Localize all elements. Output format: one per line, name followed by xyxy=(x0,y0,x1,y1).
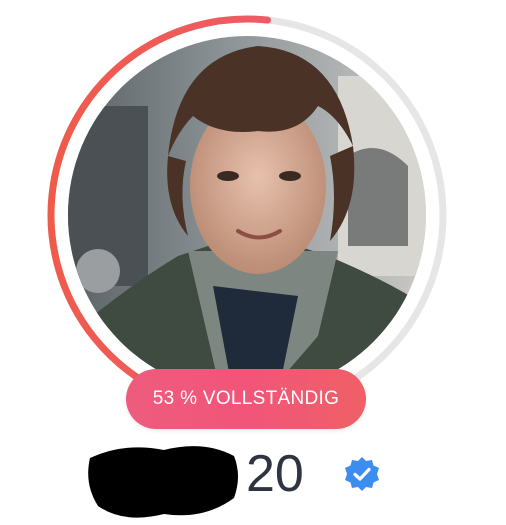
completion-label: 53 % VOLLSTÄNDIG xyxy=(152,388,340,409)
profile-age: 20 xyxy=(246,445,304,503)
verified-badge-icon[interactable] xyxy=(344,456,380,492)
profile-photo[interactable] xyxy=(68,36,426,394)
completion-badge[interactable]: 53 % VOLLSTÄNDIG xyxy=(126,369,366,429)
redacted-name xyxy=(88,446,238,518)
